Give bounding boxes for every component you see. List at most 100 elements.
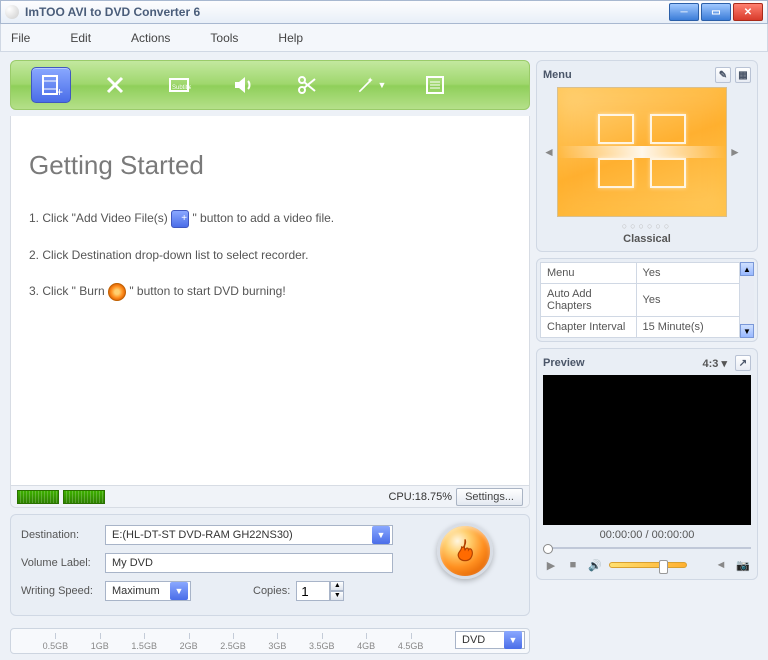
properties-panel: MenuYesAuto Add ChaptersYesChapter Inter… [536, 258, 758, 342]
wand-icon [356, 75, 376, 95]
ruler-tick-label: 2GB [180, 641, 198, 651]
properties-scrollbar[interactable]: ▲ ▼ [740, 262, 754, 338]
svg-text:Subtitle: Subtitle [172, 85, 191, 91]
x-icon [103, 73, 127, 97]
prev-frame-button[interactable]: ◄ [713, 557, 729, 573]
audio-button[interactable] [223, 67, 263, 103]
ruler-tick-label: 3GB [268, 641, 286, 651]
ruler-tick-label: 4GB [357, 641, 375, 651]
scroll-up[interactable]: ▲ [740, 262, 754, 276]
step-1: 1. Click "Add Video File(s) " button to … [29, 209, 511, 228]
copies-down[interactable]: ▼ [330, 591, 344, 601]
menu-tools[interactable]: Tools [210, 31, 238, 45]
template-pager-dots: ○○○○○○ [543, 221, 751, 231]
property-row[interactable]: MenuYes [541, 263, 740, 284]
film-plus-icon: + [39, 73, 63, 97]
list-icon [423, 73, 447, 97]
cpu-label: CPU:18.75% [388, 491, 452, 503]
next-template-button[interactable]: ► [729, 122, 741, 182]
getting-started-heading: Getting Started [29, 150, 511, 181]
speaker-icon [231, 73, 255, 97]
getting-started-panel: Getting Started 1. Click "Add Video File… [10, 116, 530, 508]
ruler-tick-label: 4.5GB [398, 641, 424, 651]
minimize-button[interactable]: ─ [669, 3, 699, 21]
preview-video [543, 375, 751, 525]
destination-label: Destination: [21, 529, 99, 541]
ruler-tick-label: 3.5GB [309, 641, 335, 651]
copies-up[interactable]: ▲ [330, 581, 344, 591]
edit-template-button[interactable]: ✎ [715, 67, 731, 83]
mute-button[interactable]: 🔊 [587, 557, 603, 573]
preview-time: 00:00:00 / 00:00:00 [543, 529, 751, 541]
chevron-down-icon: ▼ [504, 631, 522, 649]
ruler-tick-label: 0.5GB [43, 641, 69, 651]
scroll-down[interactable]: ▼ [740, 324, 754, 338]
cpu-core-2 [63, 490, 105, 504]
close-button[interactable]: ✕ [733, 3, 763, 21]
title-bar: ImTOO AVI to DVD Converter 6 ─ ▭ ✕ [0, 0, 768, 24]
disc-type-select[interactable]: DVD▼ [455, 631, 525, 649]
menu-file[interactable]: File [11, 31, 30, 45]
flame-icon [451, 537, 479, 565]
window-title: ImTOO AVI to DVD Converter 6 [25, 5, 667, 19]
preview-title: Preview [543, 357, 585, 369]
template-thumbnail[interactable] [557, 87, 727, 217]
copies-spinner[interactable]: ▲ ▼ [296, 581, 344, 601]
add-video-button[interactable]: + [31, 67, 71, 103]
cpu-settings-button[interactable]: Settings... [456, 488, 523, 506]
output-settings-panel: Destination: E:(HL-DT-ST DVD-RAM GH22NS3… [10, 514, 530, 616]
menu-bar: File Edit Actions Tools Help [0, 24, 768, 52]
preview-panel: Preview 4:3 ▾ ↗ 00:00:00 / 00:00:00 ▶ ■ … [536, 348, 758, 580]
property-row[interactable]: Chapter Interval15 Minute(s) [541, 317, 740, 338]
volume-label-label: Volume Label: [21, 557, 99, 569]
cpu-core-1 [17, 490, 59, 504]
copies-label: Copies: [253, 585, 290, 597]
properties-table: MenuYesAuto Add ChaptersYesChapter Inter… [540, 262, 740, 338]
snapshot-button[interactable]: 📷 [735, 557, 751, 573]
list-button[interactable] [415, 67, 455, 103]
subtitle-icon: Subtitle [167, 73, 191, 97]
add-video-icon [171, 210, 189, 228]
destination-select[interactable]: E:(HL-DT-ST DVD-RAM GH22NS30)▼ [105, 525, 393, 545]
writing-speed-label: Writing Speed: [21, 585, 99, 597]
preview-controls: ▶ ■ 🔊 ◄ 📷 [543, 557, 751, 573]
chevron-down-icon: ▼ [372, 526, 390, 544]
svg-text:+: + [56, 85, 63, 97]
menu-edit[interactable]: Edit [70, 31, 91, 45]
writing-speed-select[interactable]: Maximum▼ [105, 581, 191, 601]
play-button[interactable]: ▶ [543, 557, 559, 573]
menu-help[interactable]: Help [278, 31, 303, 45]
template-name: Classical [543, 233, 751, 245]
prev-template-button[interactable]: ◄ [543, 122, 555, 182]
aspect-ratio-select[interactable]: 4:3 ▾ [703, 357, 727, 370]
burn-button[interactable] [437, 523, 493, 579]
menu-panel-title: Menu [543, 69, 572, 81]
cpu-bar: CPU:18.75% Settings... [11, 485, 529, 507]
chevron-down-icon: ▼ [170, 582, 188, 600]
scissors-icon [295, 73, 319, 97]
volume-slider[interactable] [609, 562, 687, 568]
ruler-tick-label: 2.5GB [220, 641, 246, 651]
delete-button[interactable] [95, 67, 135, 103]
step-3: 3. Click " Burn " button to start DVD bu… [29, 282, 511, 301]
copies-input[interactable] [296, 581, 330, 601]
burn-icon [108, 283, 126, 301]
volume-label-input[interactable] [105, 553, 393, 573]
menu-actions[interactable]: Actions [131, 31, 170, 45]
fullscreen-button[interactable]: ↗ [735, 355, 751, 371]
step-2: 2. Click Destination drop-down list to s… [29, 246, 511, 264]
maximize-button[interactable]: ▭ [701, 3, 731, 21]
cut-button[interactable] [287, 67, 327, 103]
disc-capacity-ruler: 0.5GB 1GB 1.5GB 2GB 2.5GB 3GB 3.5GB 4GB 4.5GB DV… [10, 628, 530, 654]
subtitle-button[interactable]: Subtitle [159, 67, 199, 103]
ruler-tick-label: 1GB [91, 641, 109, 651]
main-toolbar: + Subtitle ▼ [10, 60, 530, 110]
stop-button[interactable]: ■ [565, 557, 581, 573]
effects-button[interactable]: ▼ [351, 67, 391, 103]
preview-seek-bar[interactable] [543, 547, 751, 549]
ruler-tick-label: 1.5GB [131, 641, 157, 651]
property-row[interactable]: Auto Add ChaptersYes [541, 284, 740, 317]
menu-template-panel: Menu ✎ ▦ ◄ ► ○○○○○○ Classical [536, 60, 758, 252]
app-icon [5, 5, 19, 19]
templates-grid-button[interactable]: ▦ [735, 67, 751, 83]
